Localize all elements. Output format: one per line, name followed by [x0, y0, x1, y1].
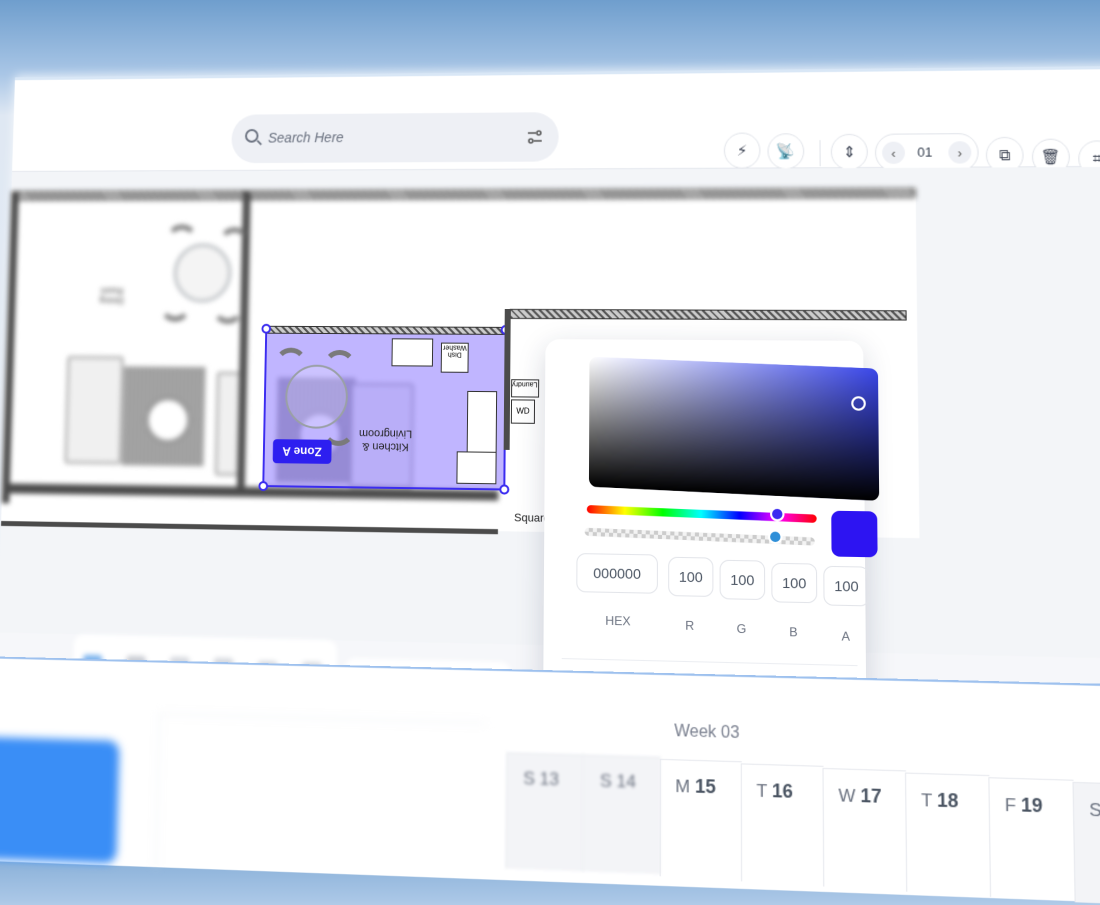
r-label: R: [668, 618, 711, 634]
calendar-day-label: W 17: [838, 784, 881, 808]
g-label: G: [720, 621, 764, 637]
left-rooms: DiningRoom: [11, 188, 915, 191]
app-window: Search Here ⚡ 📡 ⇕ ‹ 01 › ⧉ 🗑: [0, 66, 1100, 891]
calendar-day[interactable]: M 15: [660, 759, 742, 879]
b-input[interactable]: 100: [771, 563, 817, 604]
page-number: 01: [917, 144, 932, 159]
saturation-knob[interactable]: [851, 396, 866, 411]
laundry-label: Laundry: [512, 380, 537, 387]
calendar-day-label: T 18: [921, 789, 958, 813]
calendar-day[interactable]: W 17: [822, 768, 907, 890]
calendar-day[interactable]: F 19: [988, 777, 1075, 900]
counter: [456, 451, 496, 484]
dish-washer-label: Dish: [448, 351, 462, 358]
event-card[interactable]: [0, 737, 119, 864]
a-input[interactable]: 100: [823, 566, 869, 607]
calendar-day[interactable]: T 16: [741, 763, 825, 884]
calendar-day[interactable]: S 20: [1072, 782, 1100, 905]
prev-page-button[interactable]: ‹: [882, 142, 905, 164]
schedule-calendar: Week 03 S 13 S 14 M 15 T 16 W 17 T 18 F 19 S 20: [0, 657, 1100, 904]
zone-tag[interactable]: Zone A: [272, 439, 331, 464]
g-input[interactable]: 100: [720, 560, 766, 600]
reorder-button[interactable]: ⇕: [831, 134, 868, 170]
week-label: Week 03: [674, 722, 739, 743]
laundry: Laundry: [511, 379, 539, 397]
calendar-day-label: S 20: [1089, 799, 1100, 823]
toolbar-divider: [819, 140, 820, 166]
hex-label: HEX: [596, 613, 639, 628]
wd-label: WD: [516, 406, 529, 415]
r-input[interactable]: 100: [668, 557, 713, 597]
alpha-slider-handle[interactable]: [768, 529, 783, 544]
search-input[interactable]: Search Here: [268, 129, 344, 145]
search-icon: [245, 129, 259, 143]
floorplan-canvas[interactable]: DiningRoom Dish Washer: [0, 167, 1100, 659]
calendar-day-label: F 19: [1005, 794, 1043, 818]
a-label: A: [824, 629, 868, 645]
filter-icon[interactable]: [527, 129, 543, 145]
dish-washer: Dish Washer: [441, 343, 469, 373]
top-bar: Search Here ⚡ 📡 ⇕ ‹ 01 › ⧉ 🗑: [12, 69, 1100, 172]
zone-room-label: Kitchen & Livingroom: [359, 426, 412, 453]
calendar-day[interactable]: T 18: [905, 773, 991, 895]
sink: [467, 391, 497, 454]
b-label: B: [772, 624, 816, 640]
calendar-day[interactable]: S 14: [582, 754, 661, 874]
lightning-icon: ⚡: [737, 142, 748, 160]
zone-label-line-2: Livingroom: [359, 427, 412, 440]
zone-label-line-1: Kitchen &: [362, 440, 409, 453]
calendar-day-label: S 13: [523, 768, 559, 790]
chevron-up-down-icon: ⇕: [843, 143, 856, 161]
resize-handle-bottom-right[interactable]: [499, 484, 509, 494]
dish-washer-label-2: Washer: [443, 344, 467, 351]
zone-a-selection[interactable]: Dish Washer Zone A Kitchen & Livingroom: [262, 328, 506, 491]
calendar-day-label: M 15: [675, 775, 715, 798]
flash-button[interactable]: ⚡: [724, 132, 761, 168]
calendar-day-label: T 16: [756, 780, 793, 803]
antenna-icon: 📡: [776, 142, 795, 160]
hex-input[interactable]: 000000: [576, 553, 658, 594]
page-selector: ‹ 01 ›: [875, 133, 979, 172]
copy-icon: ⧉: [999, 147, 1010, 164]
saturation-value-area[interactable]: [589, 357, 879, 501]
search-bar[interactable]: Search Here: [231, 112, 559, 163]
broadcast-button[interactable]: 📡: [767, 133, 804, 169]
hue-slider-handle[interactable]: [770, 507, 785, 522]
next-page-button[interactable]: ›: [948, 141, 971, 163]
picker-divider: [562, 658, 858, 666]
calendar-day[interactable]: S 13: [505, 752, 583, 871]
color-preview-swatch: [831, 511, 877, 558]
crop-icon: ⌗: [1093, 150, 1100, 167]
calendar-day-label: S 14: [600, 771, 636, 793]
washer-dryer: WD: [511, 399, 535, 424]
trash-icon: 🗑: [1041, 148, 1061, 166]
stove: [391, 338, 433, 366]
